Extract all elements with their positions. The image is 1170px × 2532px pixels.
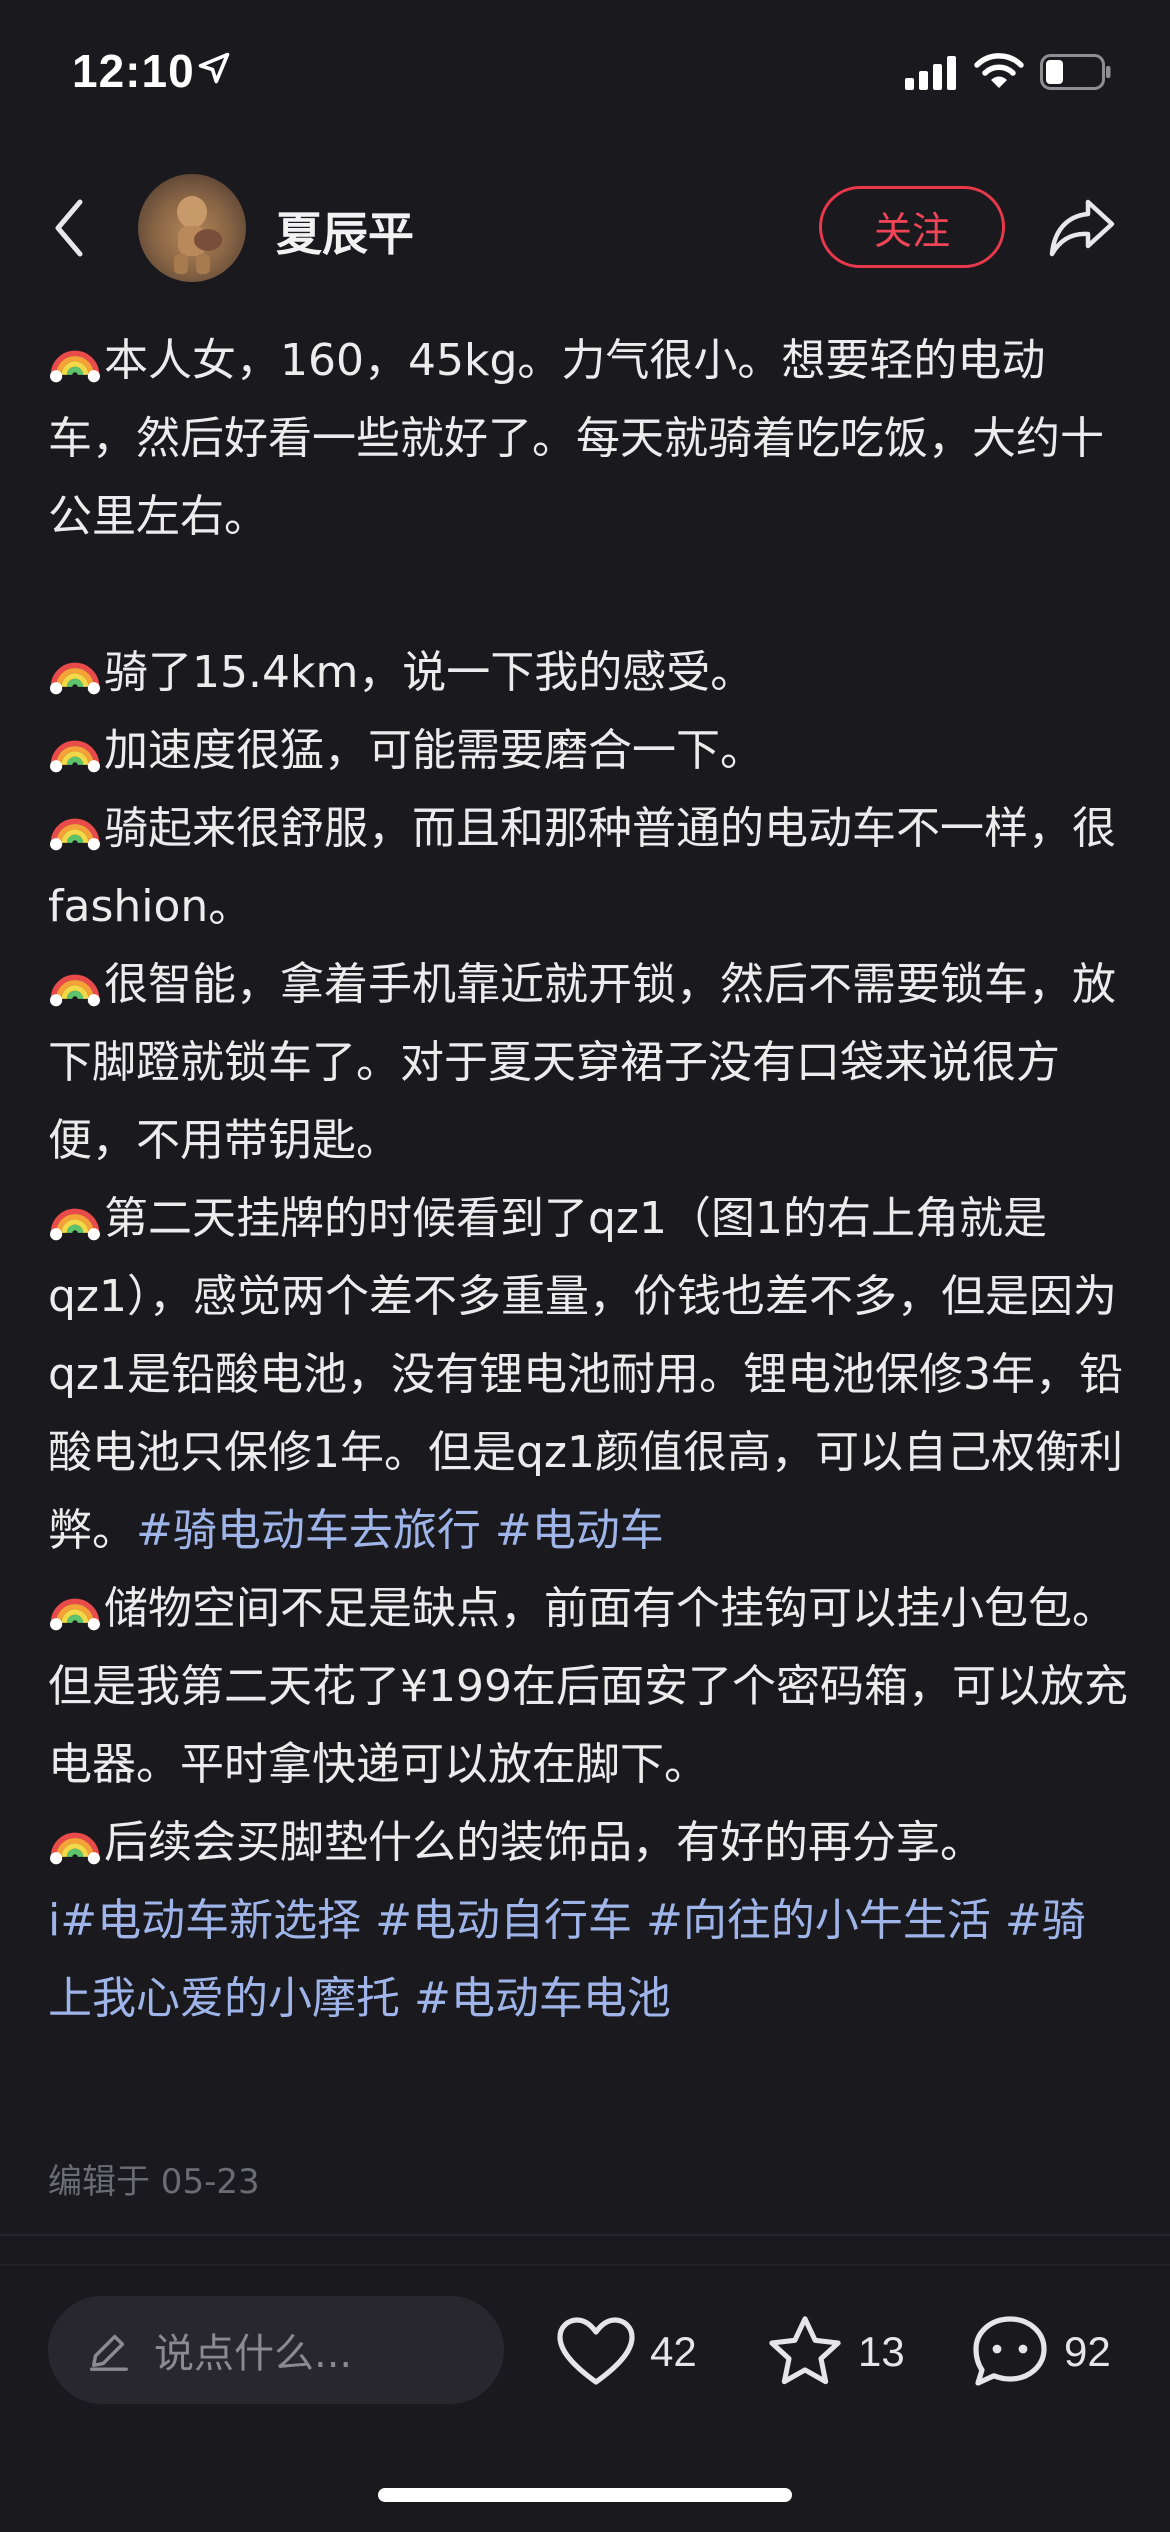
like-button[interactable]: 42	[556, 2312, 697, 2392]
rainbow-emoji-icon	[50, 662, 100, 695]
paragraph-text: 很智能，拿着手机靠近就开锁，然后不需要锁车，放下脚蹬就锁车了。对于夏天穿裙子没有…	[48, 959, 1116, 1166]
paragraph-text: 后续会买脚垫什么的装饰品，有好的再分享。	[104, 1817, 984, 1868]
hashtag-link[interactable]: i#电动车新选择	[48, 1895, 361, 1946]
rainbow-emoji-icon	[50, 818, 100, 851]
edit-date: 编辑于 05-23	[48, 2162, 260, 2202]
hashtag-link[interactable]: #电动自行车	[375, 1895, 632, 1946]
post-paragraph: 骑了15.4km，说一下我的感受。	[48, 634, 1128, 712]
divider	[0, 2264, 1170, 2266]
paragraph-text: 本人女，160，45kg。力气很小。想要轻的电动车，然后好看一些就好了。每天就骑…	[48, 335, 1104, 542]
paragraph-text: 骑了15.4km，说一下我的感受。	[104, 647, 755, 698]
share-arrow-icon[interactable]	[1048, 196, 1116, 260]
star-icon	[769, 2316, 841, 2385]
hashtag-line: i#电动车新选择 #电动自行车 #向往的小牛生活 #骑上我心爱的小摩托 #电动车…	[48, 1882, 1128, 2038]
post-header: 夏辰平 关注	[0, 160, 1170, 296]
post-paragraph: 第二天挂牌的时候看到了qz1（图1的右上角就是qz1），感觉两个差不多重量，价钱…	[48, 1180, 1128, 1570]
hashtag-link[interactable]: #电动车电池	[414, 1973, 671, 2024]
battery-icon	[1040, 54, 1111, 90]
post-paragraph: 储物空间不足是缺点，前面有个挂钩可以挂小包包。但是我第二天花了¥199在后面安了…	[48, 1570, 1128, 1804]
favorite-count: 13	[858, 2328, 905, 2375]
post-body: 本人女，160，45kg。力气很小。想要轻的电动车，然后好看一些就好了。每天就骑…	[48, 322, 1128, 2038]
hashtag-link[interactable]: #骑电动车去旅行	[136, 1505, 481, 1556]
bottom-action-bar: 说点什么... 42 13 92	[0, 2296, 1170, 2406]
status-time: 12:10	[72, 45, 195, 97]
paragraph-text: 骑起来很舒服，而且和那种普通的电动车不一样，很fashion。	[48, 803, 1116, 932]
post-paragraph: 骑起来很舒服，而且和那种普通的电动车不一样，很fashion。	[48, 790, 1128, 946]
pencil-icon	[90, 2334, 128, 2371]
follow-button[interactable]: 关注	[819, 186, 1005, 268]
hashtag-link[interactable]: #向往的小牛生活	[646, 1895, 991, 1946]
avatar-figure-image	[174, 196, 222, 274]
back-chevron-icon[interactable]	[50, 196, 90, 260]
post-paragraph: 本人女，160，45kg。力气很小。想要轻的电动车，然后好看一些就好了。每天就骑…	[48, 322, 1128, 556]
paragraph-text: 储物空间不足是缺点，前面有个挂钩可以挂小包包。但是我第二天花了¥199在后面安了…	[48, 1583, 1128, 1790]
post-paragraph: 后续会买脚垫什么的装饰品，有好的再分享。	[48, 1804, 1128, 1882]
heart-icon	[557, 2317, 635, 2385]
paragraph-text: 加速度很猛，可能需要磨合一下。	[104, 725, 764, 776]
divider	[0, 2234, 1170, 2236]
post-paragraph: 很智能，拿着手机靠近就开锁，然后不需要锁车，放下脚蹬就锁车了。对于夏天穿裙子没有…	[48, 946, 1128, 1180]
like-count: 42	[650, 2328, 697, 2375]
comments-button[interactable]: 92	[970, 2312, 1111, 2392]
post-paragraph: 加速度很猛，可能需要磨合一下。	[48, 712, 1128, 790]
rainbow-emoji-icon	[50, 1598, 100, 1631]
status-bar: 12:10	[0, 0, 1170, 150]
comment-count: 92	[1064, 2328, 1111, 2375]
avatar[interactable]	[138, 174, 246, 282]
paragraph-text: 第二天挂牌的时候看到了qz1（图1的右上角就是qz1），感觉两个差不多重量，价钱…	[48, 1193, 1124, 1556]
rainbow-emoji-icon	[50, 974, 100, 1007]
rainbow-emoji-icon	[50, 1208, 100, 1241]
home-indicator[interactable]	[378, 2488, 792, 2502]
comment-placeholder: 说点什么...	[154, 2331, 353, 2377]
cellular-signal-icon	[905, 56, 956, 90]
chat-bubble-icon	[973, 2316, 1047, 2386]
username[interactable]: 夏辰平	[276, 198, 414, 264]
rainbow-emoji-icon	[50, 740, 100, 773]
hashtag-link[interactable]: #电动车	[495, 1505, 664, 1556]
rainbow-emoji-icon	[50, 1832, 100, 1865]
wifi-icon	[974, 53, 1024, 88]
rainbow-emoji-icon	[50, 350, 100, 383]
location-arrow-icon	[198, 52, 230, 84]
comment-input[interactable]: 说点什么...	[48, 2296, 504, 2404]
favorite-button[interactable]: 13	[766, 2312, 905, 2392]
